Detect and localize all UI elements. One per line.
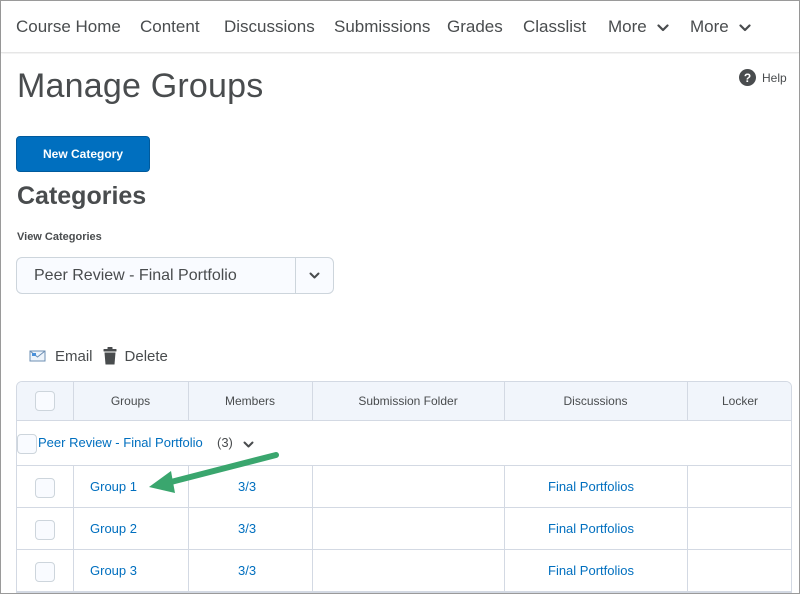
discussions-link[interactable]: Final Portfolios [548,479,634,494]
trash-icon [103,347,117,365]
group-link[interactable]: Group 2 [90,521,137,536]
groups-table: Groups Members Submission Folder Discuss… [16,381,792,593]
view-categories-label: View Categories [17,231,102,243]
help-icon: ? [739,69,756,86]
page-title: Manage Groups [17,67,264,105]
category-row: Peer Review - Final Portfolio (3) [17,421,791,466]
header-members: Members [224,394,275,408]
column-divider [687,382,688,421]
row-checkbox[interactable] [35,562,55,582]
select-arrow [295,258,333,293]
row-checkbox[interactable] [35,478,55,498]
select-all-checkbox[interactable] [35,391,55,411]
chevron-down-icon [657,23,670,31]
row-checkbox[interactable] [35,520,55,540]
discussions-link[interactable]: Final Portfolios [548,563,634,578]
category-link[interactable]: Peer Review - Final Portfolio [38,435,203,450]
column-divider [504,382,505,421]
column-divider [312,466,313,592]
selected-category: Peer Review - Final Portfolio [34,266,237,284]
header-submission-folder: Submission Folder [358,394,458,408]
header-groups: Groups [110,394,151,408]
discussions-link[interactable]: Final Portfolios [548,521,634,536]
group-actions: Email Delete [29,347,168,365]
column-divider [73,382,74,421]
nav-more-1-label: More [608,17,647,36]
header-discussions: Discussions [563,394,628,408]
members-link[interactable]: 3/3 [238,479,256,494]
nav-more-1[interactable]: More [608,17,670,37]
table-header: Groups Members Submission Folder Discuss… [17,382,791,421]
column-divider [188,382,189,421]
members-link[interactable]: 3/3 [238,521,256,536]
nav-more-2[interactable]: More [690,17,752,37]
column-divider [687,466,688,592]
view-categories-select[interactable]: Peer Review - Final Portfolio [16,257,334,294]
group-link[interactable]: Group 1 [90,479,137,494]
help-label: Help [762,70,787,85]
column-divider [504,466,505,592]
nav-course-home[interactable]: Course Home [16,17,121,37]
nav-grades[interactable]: Grades [447,17,503,37]
email-icon [29,350,46,362]
column-divider [73,466,74,592]
category-toggle[interactable] [243,435,254,453]
category-checkbox[interactable] [17,434,37,454]
column-divider [188,466,189,592]
nav-classlist[interactable]: Classlist [523,17,586,37]
nav-submissions[interactable]: Submissions [334,17,430,37]
email-label: Email [55,347,93,365]
delete-action[interactable]: Delete [103,347,168,365]
top-navbar: Course Home Content Discussions Submissi… [1,1,799,53]
table-row: Group 3 3/3 Final Portfolios [17,550,791,592]
nav-content[interactable]: Content [140,17,200,37]
chevron-down-icon [739,23,752,31]
delete-label: Delete [124,347,168,365]
members-link[interactable]: 3/3 [238,563,256,578]
help-link[interactable]: ? Help [739,69,787,86]
table-row: Group 1 3/3 Final Portfolios [17,466,791,508]
nav-discussions[interactable]: Discussions [224,17,315,37]
chevron-down-icon [243,441,254,448]
table-row: Group 2 3/3 Final Portfolios [17,508,791,550]
header-locker: Locker [721,394,759,408]
group-link[interactable]: Group 3 [90,563,137,578]
column-divider [312,382,313,421]
chevron-down-icon [309,272,320,279]
category-count: (3) [217,435,233,450]
categories-heading: Categories [17,182,147,210]
new-category-button[interactable]: New Category [16,136,150,172]
email-action[interactable]: Email [29,348,93,365]
nav-more-2-label: More [690,17,729,36]
